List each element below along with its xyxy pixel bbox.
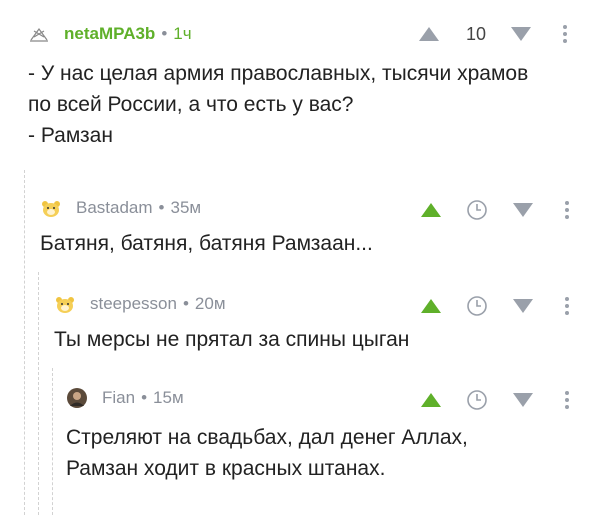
meta-separator: • [161, 24, 168, 43]
comment-time[interactable]: 1ч [173, 24, 191, 44]
comment-header: Fian • 15м [66, 386, 184, 410]
comment-text-line: Рамзан ходит в красных штанах. [66, 457, 386, 480]
comment-controls [420, 198, 570, 222]
comment-text-line: - Рамзан [28, 124, 113, 147]
downvote-arrow-icon[interactable] [510, 26, 532, 42]
upvote-arrow-icon[interactable] [420, 392, 442, 408]
comment-author[interactable]: Bastadam [76, 198, 153, 218]
comment-text-line: Стреляют на свадьбах, дал денег Аллах, [66, 426, 468, 449]
rating-count: 10 [465, 23, 487, 44]
more-options-icon[interactable] [564, 200, 570, 220]
clock-icon[interactable] [466, 199, 488, 221]
bear-avatar-icon[interactable] [40, 197, 62, 219]
comment-time[interactable]: 35м [171, 198, 202, 218]
comment-author[interactable]: steepesson [90, 294, 177, 314]
comment-text: Батяня, батяня, батяня Рамзаан... [40, 228, 373, 259]
photo-avatar-icon[interactable] [66, 387, 88, 409]
comment-controls: 10 [418, 22, 568, 46]
more-options-icon[interactable] [564, 390, 570, 410]
thread-line-level-1 [24, 170, 25, 515]
comment-header: steepesson • 20м [54, 292, 226, 316]
thread-line-level-3 [52, 368, 53, 515]
comment-time[interactable]: 20м [195, 294, 226, 314]
comment-text: Ты мерсы не прятал за спины цыган [54, 324, 409, 355]
downvote-arrow-icon[interactable] [512, 392, 534, 408]
upvote-arrow-icon[interactable] [420, 202, 442, 218]
clock-icon[interactable] [466, 295, 488, 317]
meta-separator: • [182, 294, 189, 313]
comment-author[interactable]: netaMPA3b [64, 24, 155, 44]
more-options-icon[interactable] [564, 296, 570, 316]
comment-header: Bastadam • 35м [40, 196, 201, 220]
upvote-arrow-icon[interactable] [420, 298, 442, 314]
thread-line-level-2 [38, 272, 39, 515]
downvote-arrow-icon[interactable] [512, 202, 534, 218]
comment-text-line: - У нас целая армия православных, тысячи… [28, 62, 529, 85]
meta-separator: • [141, 388, 148, 407]
comment-text-line: Батяня, батяня, батяня Рамзаан... [40, 232, 373, 255]
more-options-icon[interactable] [562, 24, 568, 44]
comment-controls [420, 388, 570, 412]
comment-text: - У нас целая армия православных, тысячи… [28, 58, 528, 151]
comment-text-line: Ты мерсы не прятал за спины цыган [54, 328, 410, 351]
meta-separator: • [158, 198, 165, 217]
comment-text-line: по всей России, а что есть у вас? [28, 93, 354, 116]
comment-text: Стреляют на свадьбах, дал денег Аллах, Р… [66, 422, 468, 484]
comment-author[interactable]: Fian [102, 388, 135, 408]
bear-avatar-icon[interactable] [54, 293, 76, 315]
comment-time[interactable]: 15м [153, 388, 184, 408]
no-avatar-icon[interactable] [28, 23, 50, 45]
downvote-arrow-icon[interactable] [512, 298, 534, 314]
comment-controls [420, 294, 570, 318]
comment-header: netaMPA3b • 1ч [28, 22, 192, 46]
upvote-arrow-icon[interactable] [418, 26, 440, 42]
clock-icon[interactable] [466, 389, 488, 411]
